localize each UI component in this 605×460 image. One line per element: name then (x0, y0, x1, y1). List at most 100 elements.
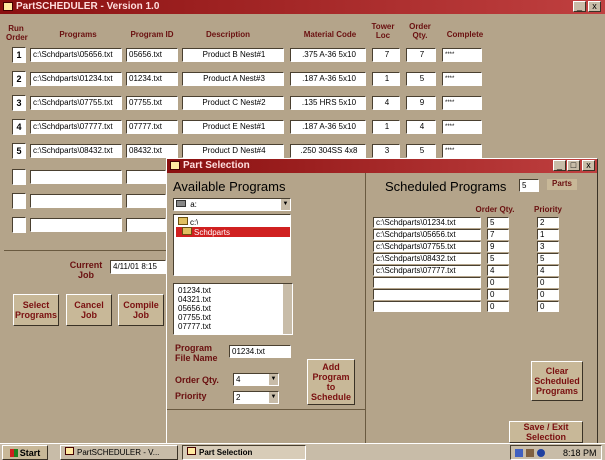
scheduled-qty[interactable]: 0 (487, 301, 509, 312)
complete-cell[interactable]: **** (442, 144, 482, 158)
priority-select[interactable]: 2 ▼ (233, 391, 279, 404)
description-cell[interactable]: Product C Nest#2 (182, 96, 284, 110)
scheduled-file[interactable]: c:\Schdparts\08432.txt (373, 253, 481, 264)
order-qty-cell[interactable]: 4 (406, 120, 436, 134)
clock-time[interactable]: 8:18 PM (563, 448, 597, 459)
run-order-cell[interactable]: 3 (12, 95, 26, 111)
scheduled-file[interactable]: c:\Schdparts\05656.txt (373, 229, 481, 240)
run-order-cell[interactable]: 1 (12, 47, 26, 63)
material-code-cell[interactable]: .250 304SS 4x8 (290, 144, 366, 158)
program-path-cell[interactable]: c:\Schdparts\01234.txt (30, 72, 122, 86)
file-item[interactable]: 07755.txt (176, 313, 211, 322)
material-code-cell[interactable]: .187 A-36 5x10 (290, 72, 366, 86)
file-item[interactable]: 04321.txt (176, 295, 211, 304)
complete-cell[interactable]: **** (442, 96, 482, 110)
chevron-down-icon[interactable]: ▼ (269, 392, 278, 403)
material-code-cell[interactable]: .375 A-36 5x10 (290, 48, 366, 62)
scheduled-qty[interactable]: 0 (487, 289, 509, 300)
file-item[interactable]: 07777.txt (176, 322, 211, 331)
tower-loc-cell[interactable]: 7 (372, 48, 400, 62)
current-job-field[interactable]: 4/11/01 8:15 (110, 260, 166, 274)
scheduled-file[interactable] (373, 289, 481, 300)
folder-list[interactable]: c:\ Schdparts (173, 214, 291, 276)
task-part-selection[interactable]: Part Selection (182, 445, 306, 460)
scheduled-file[interactable]: c:\Schdparts\07755.txt (373, 241, 481, 252)
material-code-cell[interactable]: .187 A-36 5x10 (290, 120, 366, 134)
scheduled-file[interactable] (373, 277, 481, 288)
compile-job-button[interactable]: Compile Job (118, 294, 164, 326)
empty-program-id-cell[interactable] (126, 194, 166, 208)
cancel-job-button[interactable]: Cancel Job (66, 294, 112, 326)
folder-selected[interactable]: Schdparts (176, 227, 290, 237)
dialog-maximize-button[interactable]: □ (567, 160, 580, 171)
empty-run-order-cell[interactable] (12, 193, 26, 209)
volume-icon[interactable] (526, 449, 534, 457)
complete-cell[interactable]: **** (442, 120, 482, 134)
scheduled-file[interactable]: c:\Schdparts\07777.txt (373, 265, 481, 276)
order-qty-cell[interactable]: 9 (406, 96, 436, 110)
file-list-scrollbar[interactable] (283, 284, 292, 334)
scheduled-qty[interactable]: 7 (487, 229, 509, 240)
program-path-cell[interactable]: c:\Schdparts\08432.txt (30, 144, 122, 158)
empty-program-id-cell[interactable] (126, 218, 166, 232)
minimize-button[interactable]: _ (573, 1, 586, 12)
program-id-cell[interactable]: 07755.txt (126, 96, 178, 110)
empty-program-cell[interactable] (30, 218, 122, 232)
close-button[interactable]: x (588, 1, 601, 12)
save-exit-button[interactable]: Save / Exit Selection (509, 421, 583, 443)
scheduled-priority[interactable]: 0 (537, 301, 559, 312)
add-program-button[interactable]: Add Program to Schedule (307, 359, 355, 405)
file-item[interactable]: 01234.txt (176, 286, 211, 295)
scheduled-qty[interactable]: 5 (487, 253, 509, 264)
description-cell[interactable]: Product D Nest#4 (182, 144, 284, 158)
empty-program-cell[interactable] (30, 170, 122, 184)
tower-loc-cell[interactable]: 1 (372, 72, 400, 86)
scheduled-priority[interactable]: 0 (537, 289, 559, 300)
program-id-cell[interactable]: 07777.txt (126, 120, 178, 134)
scheduled-qty[interactable]: 9 (487, 241, 509, 252)
program-path-cell[interactable]: c:\Schdparts\07755.txt (30, 96, 122, 110)
program-path-cell[interactable]: c:\Schdparts\07777.txt (30, 120, 122, 134)
order-qty-cell[interactable]: 5 (406, 72, 436, 86)
folder-root[interactable]: c:\ (176, 217, 199, 227)
clear-scheduled-button[interactable]: Clear Scheduled Programs (531, 361, 583, 401)
order-qty-cell[interactable]: 7 (406, 48, 436, 62)
task-partscheduler[interactable]: PartSCHEDULER - V... (60, 445, 178, 460)
scheduled-qty[interactable]: 5 (487, 217, 509, 228)
complete-cell[interactable]: **** (442, 48, 482, 62)
material-code-cell[interactable]: .135 HRS 5x10 (290, 96, 366, 110)
description-cell[interactable]: Product B Nest#1 (182, 48, 284, 62)
file-item[interactable]: 05656.txt (176, 304, 211, 313)
file-list[interactable]: 01234.txt 04321.txt 05656.txt 07755.txt … (173, 283, 293, 335)
tower-loc-cell[interactable]: 4 (372, 96, 400, 110)
scheduled-count-field[interactable]: 5 (519, 179, 539, 192)
dialog-close-button[interactable]: x (582, 160, 595, 171)
program-id-cell[interactable]: 01234.txt (126, 72, 178, 86)
start-button[interactable]: Start (2, 445, 48, 460)
description-cell[interactable]: Product E Nest#1 (182, 120, 284, 134)
empty-program-id-cell[interactable] (126, 170, 166, 184)
select-programs-button[interactable]: Select Programs (13, 294, 59, 326)
dialog-minimize-button[interactable]: _ (553, 160, 566, 171)
program-file-field[interactable]: 01234.txt (229, 345, 291, 358)
scheduled-file[interactable]: c:\Schdparts\01234.txt (373, 217, 481, 228)
program-id-cell[interactable]: 08432.txt (126, 144, 178, 158)
run-order-cell[interactable]: 4 (12, 119, 26, 135)
scheduled-priority[interactable]: 3 (537, 241, 559, 252)
scheduled-priority[interactable]: 0 (537, 277, 559, 288)
empty-run-order-cell[interactable] (12, 169, 26, 185)
complete-cell[interactable]: **** (442, 72, 482, 86)
scheduled-priority[interactable]: 1 (537, 229, 559, 240)
scheduled-priority[interactable]: 2 (537, 217, 559, 228)
network-icon[interactable] (515, 449, 523, 457)
scheduled-priority[interactable]: 5 (537, 253, 559, 264)
description-cell[interactable]: Product A Nest#3 (182, 72, 284, 86)
tower-loc-cell[interactable]: 3 (372, 144, 400, 158)
empty-program-cell[interactable] (30, 194, 122, 208)
empty-run-order-cell[interactable] (12, 217, 26, 233)
order-qty-select[interactable]: 4 ▼ (233, 373, 279, 386)
run-order-cell[interactable]: 5 (12, 143, 26, 159)
chevron-down-icon[interactable]: ▼ (281, 199, 290, 210)
scheduled-qty[interactable]: 4 (487, 265, 509, 276)
tower-loc-cell[interactable]: 1 (372, 120, 400, 134)
